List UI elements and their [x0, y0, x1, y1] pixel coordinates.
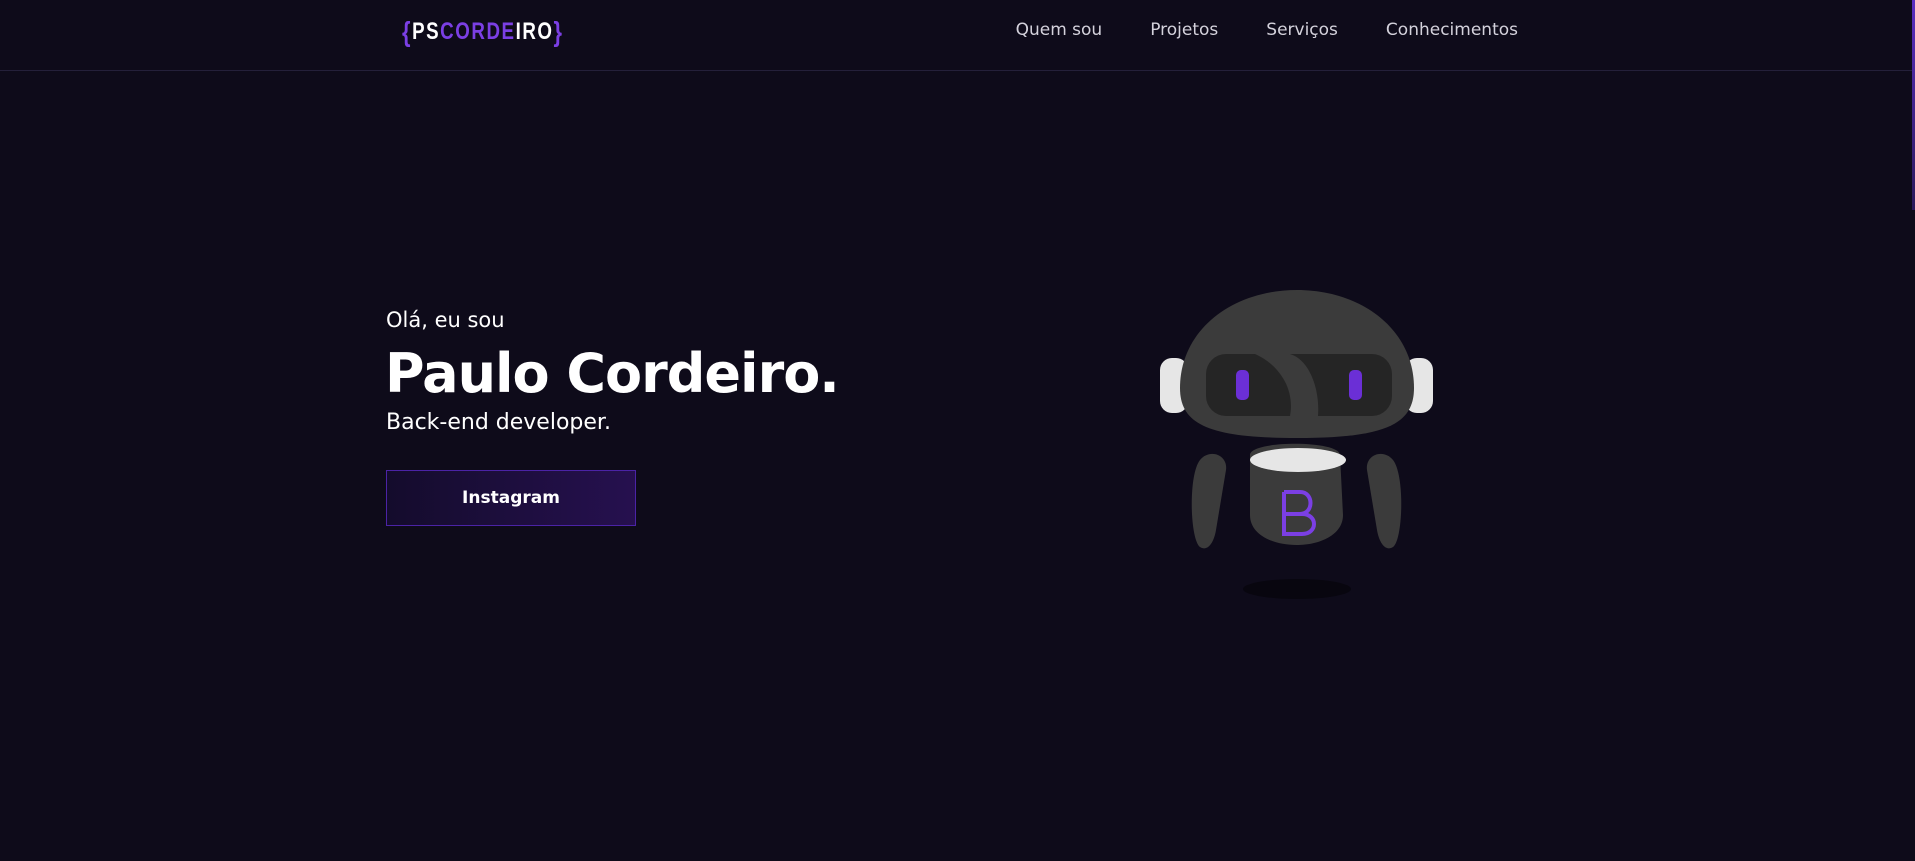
nav-link-conhecimentos[interactable]: Conhecimentos [1386, 20, 1518, 40]
logo-open-brace: { [402, 16, 413, 47]
robot-right-arm [1366, 453, 1402, 549]
robot-collar [1250, 448, 1346, 472]
main-nav: Quem sou Projetos Serviços Conhecimentos [1016, 20, 1518, 40]
robot-icon [1160, 290, 1433, 599]
nav-link-servicos[interactable]: Serviços [1266, 20, 1338, 40]
nav-link-projetos[interactable]: Projetos [1150, 20, 1218, 40]
site-header: { PS COR DE IRO } Quem sou Projetos Serv… [0, 0, 1915, 71]
hero-role: Back-end developer. [386, 410, 611, 435]
logo-part-4: IRO [515, 18, 554, 45]
logo[interactable]: { PS COR DE IRO } [402, 14, 564, 50]
logo-close-brace: } [553, 16, 564, 47]
robot-right-eye [1349, 370, 1362, 400]
logo-part-2: COR [440, 18, 487, 45]
robot-shadow [1243, 579, 1351, 599]
logo-part-3: DE [486, 18, 516, 45]
hero-name: Paulo Cordeiro. [385, 342, 840, 405]
hero-greeting: Olá, eu sou [386, 308, 505, 332]
nav-link-quem-sou[interactable]: Quem sou [1016, 20, 1103, 40]
page: { PS COR DE IRO } Quem sou Projetos Serv… [0, 0, 1915, 861]
robot-left-eye [1236, 370, 1249, 400]
robot-left-arm [1191, 453, 1227, 549]
logo-part-1: PS [412, 18, 441, 45]
instagram-button[interactable]: Instagram [386, 470, 636, 526]
